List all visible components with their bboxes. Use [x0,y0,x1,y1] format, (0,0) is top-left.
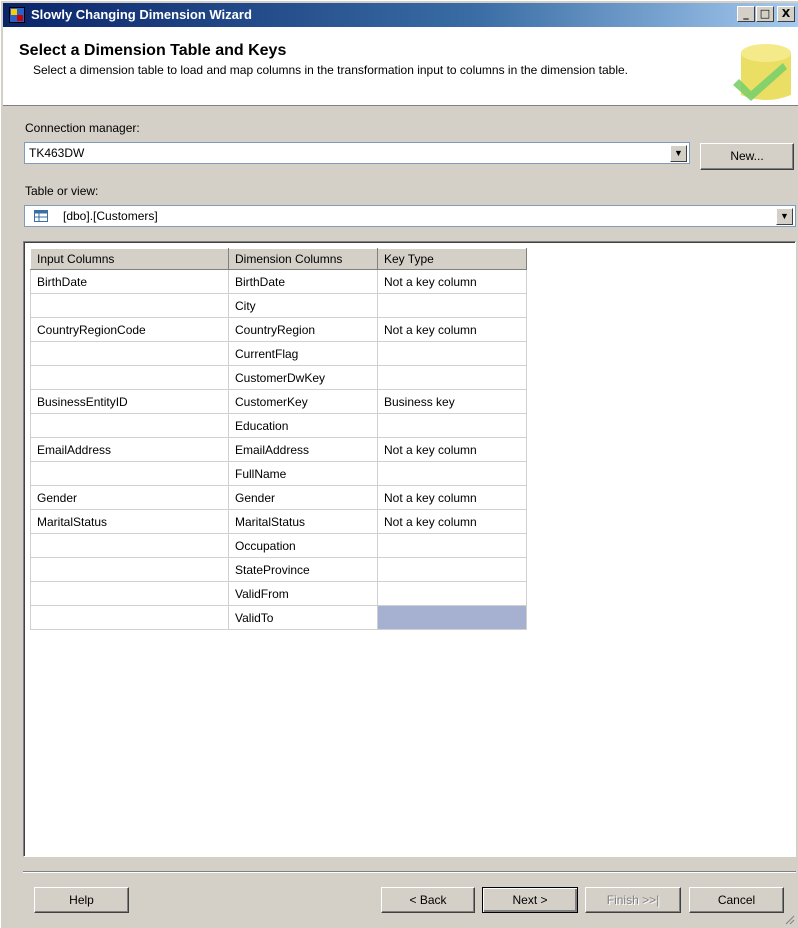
connection-manager-label: Connection manager: [25,121,140,135]
table-row[interactable]: City [30,293,527,318]
table-row[interactable]: EmailAddress EmailAddress Not a key column [30,437,527,462]
input-column-cell[interactable] [30,605,229,630]
table-row[interactable]: CountryRegionCode CountryRegion Not a key … [30,317,527,342]
input-column-cell[interactable]: BusinessEntityID [30,389,229,414]
table-or-view-label: Table or view: [25,184,99,198]
table-icon [34,210,48,222]
key-type-cell[interactable] [377,581,527,606]
wizard-window: Slowly Changing Dimension Wizard _ □ X S… [0,0,798,928]
table-row[interactable]: BirthDate BirthDate Not a key column [30,269,527,294]
key-type-cell[interactable] [377,605,527,630]
key-type-cell[interactable] [377,341,527,366]
input-column-cell[interactable]: BirthDate [30,269,229,294]
input-column-cell[interactable] [30,293,229,318]
next-button[interactable]: Next > [482,887,578,913]
dimension-column-cell[interactable]: CountryRegion [228,317,378,342]
back-button[interactable]: < Back [381,887,475,913]
new-connection-button[interactable]: New... [700,143,794,170]
app-icon [9,7,25,23]
key-type-cell[interactable]: Not a key column [377,437,527,462]
dimension-column-cell[interactable]: FullName [228,461,378,486]
table-row[interactable]: CustomerDwKey [30,365,527,390]
input-column-cell[interactable]: CountryRegionCode [30,317,229,342]
key-type-cell[interactable]: Business key [377,389,527,414]
dimension-column-cell[interactable]: ValidTo [228,605,378,630]
wizard-header: Select a Dimension Table and Keys Select… [3,27,798,106]
dimension-column-cell[interactable]: StateProvince [228,557,378,582]
table-row[interactable]: Gender Gender Not a key column [30,485,527,510]
key-type-cell[interactable]: Not a key column [377,269,527,294]
table-row[interactable]: MaritalStatus MaritalStatus Not a key colu… [30,509,527,534]
header-key-type[interactable]: Key Type [377,248,527,270]
page-description: Select a dimension table to load and map… [33,63,629,77]
key-type-cell[interactable]: Not a key column [377,509,527,534]
dimension-column-cell[interactable]: CustomerDwKey [228,365,378,390]
key-type-cell[interactable] [377,557,527,582]
input-column-cell[interactable]: MaritalStatus [30,509,229,534]
table-row[interactable]: BusinessEntityID CustomerKey Business key [30,389,527,414]
input-column-cell[interactable] [30,461,229,486]
table-row[interactable]: Education [30,413,527,438]
table-row[interactable]: Occupation [30,533,527,558]
table-row[interactable]: ValidTo [30,605,527,630]
input-column-cell[interactable] [30,533,229,558]
table-row[interactable]: ValidFrom [30,581,527,606]
input-column-cell[interactable] [30,365,229,390]
table-or-view-combobox[interactable]: [dbo].[Customers] ▼ [24,205,796,227]
title-bar[interactable]: Slowly Changing Dimension Wizard _ □ X [3,3,798,27]
dimension-column-cell[interactable]: Occupation [228,533,378,558]
dimension-column-cell[interactable]: Gender [228,485,378,510]
table-row[interactable]: CurrentFlag [30,341,527,366]
help-button[interactable]: Help [34,887,129,913]
close-button[interactable]: X [777,6,795,22]
dimension-column-cell[interactable]: CurrentFlag [228,341,378,366]
key-type-cell[interactable] [377,533,527,558]
dimension-column-cell[interactable]: ValidFrom [228,581,378,606]
key-type-cell[interactable] [377,293,527,318]
input-column-cell[interactable] [30,581,229,606]
connection-manager-combobox[interactable]: TK463DW ▼ [24,142,690,164]
dimension-column-cell[interactable]: City [228,293,378,318]
table-or-view-value: [dbo].[Customers] [63,209,158,223]
window-title: Slowly Changing Dimension Wizard [31,7,252,22]
table-row[interactable]: FullName [30,461,527,486]
connection-manager-value: TK463DW [29,146,85,160]
footer-divider [23,871,796,873]
key-type-cell[interactable]: Not a key column [377,317,527,342]
dimension-column-cell[interactable]: MaritalStatus [228,509,378,534]
chevron-down-icon[interactable]: ▼ [670,145,687,162]
page-title: Select a Dimension Table and Keys [19,42,287,59]
maximize-button[interactable]: □ [756,6,774,22]
key-type-cell[interactable] [377,413,527,438]
key-type-cell[interactable] [377,365,527,390]
dimension-column-cell[interactable]: CustomerKey [228,389,378,414]
cancel-button[interactable]: Cancel [689,887,784,913]
finish-button: Finish >>| [585,887,681,913]
header-dimension-columns[interactable]: Dimension Columns [228,248,378,270]
dimension-column-cell[interactable]: BirthDate [228,269,378,294]
wizard-cylinder-check-icon [721,33,797,103]
header-input-columns[interactable]: Input Columns [30,248,229,270]
input-column-cell[interactable]: Gender [30,485,229,510]
chevron-down-icon[interactable]: ▼ [776,208,793,225]
dimension-column-cell[interactable]: Education [228,413,378,438]
column-mapping-grid[interactable]: Input Columns Dimension Columns Key Type… [23,241,796,857]
input-column-cell[interactable] [30,341,229,366]
key-type-cell[interactable]: Not a key column [377,485,527,510]
resize-grip-icon[interactable] [783,913,795,925]
dimension-column-cell[interactable]: EmailAddress [228,437,378,462]
minimize-button[interactable]: _ [737,6,755,22]
mapping-table: Input Columns Dimension Columns Key Type… [30,248,527,630]
input-column-cell[interactable] [30,413,229,438]
table-row[interactable]: StateProvince [30,557,527,582]
input-column-cell[interactable]: EmailAddress [30,437,229,462]
input-column-cell[interactable] [30,557,229,582]
key-type-cell[interactable] [377,461,527,486]
